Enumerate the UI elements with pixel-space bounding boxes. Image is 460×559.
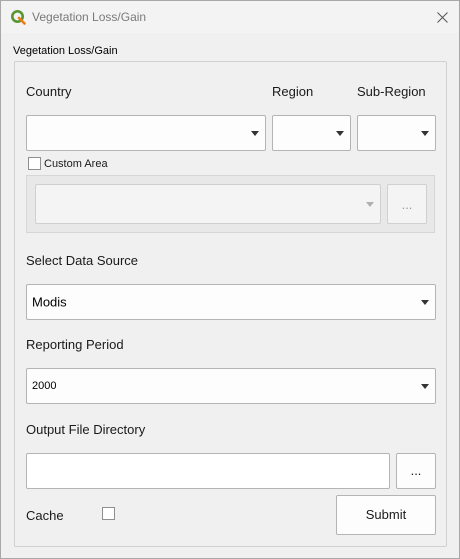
reporting-period-dropdown[interactable]: 2000 (26, 368, 436, 404)
close-button[interactable] (425, 1, 459, 33)
chevron-down-icon (421, 300, 429, 305)
output-dir-label: Output File Directory (26, 422, 146, 437)
custom-area-dropdown[interactable] (35, 184, 381, 224)
qgis-logo-icon (10, 9, 26, 25)
data-source-value: Modis (32, 294, 67, 310)
close-icon (436, 11, 448, 23)
region-label: Region (272, 84, 314, 99)
chevron-down-icon (336, 131, 344, 136)
chevron-down-icon (251, 131, 259, 136)
cache-label: Cache (26, 508, 64, 523)
cache-checkbox[interactable] (102, 507, 115, 520)
output-dir-input[interactable] (26, 453, 390, 489)
title-bar: Vegetation Loss/Gain (1, 1, 459, 33)
chevron-down-icon (421, 131, 429, 136)
country-label: Country (26, 84, 72, 99)
submit-button[interactable]: Submit (336, 495, 436, 535)
custom-area-checkbox[interactable] (28, 157, 41, 170)
country-dropdown[interactable] (26, 115, 266, 151)
output-dir-browse-button[interactable]: ... (396, 453, 436, 489)
sub-region-label: Sub-Region (357, 84, 426, 99)
region-dropdown[interactable] (272, 115, 351, 151)
reporting-period-value: 2000 (32, 380, 57, 392)
sub-region-dropdown[interactable] (357, 115, 436, 151)
group-box-title: Vegetation Loss/Gain (13, 45, 118, 57)
reporting-period-label: Reporting Period (26, 337, 124, 352)
dialog-window: Vegetation Loss/Gain Vegetation Loss/Gai… (0, 0, 460, 559)
chevron-down-icon (421, 384, 429, 389)
data-source-dropdown[interactable]: Modis (26, 284, 436, 320)
custom-area-label: Custom Area (44, 158, 108, 170)
custom-area-browse-button[interactable]: ... (387, 184, 427, 224)
chevron-down-icon (366, 202, 374, 207)
data-source-label: Select Data Source (26, 253, 139, 268)
window-title: Vegetation Loss/Gain (32, 10, 147, 24)
